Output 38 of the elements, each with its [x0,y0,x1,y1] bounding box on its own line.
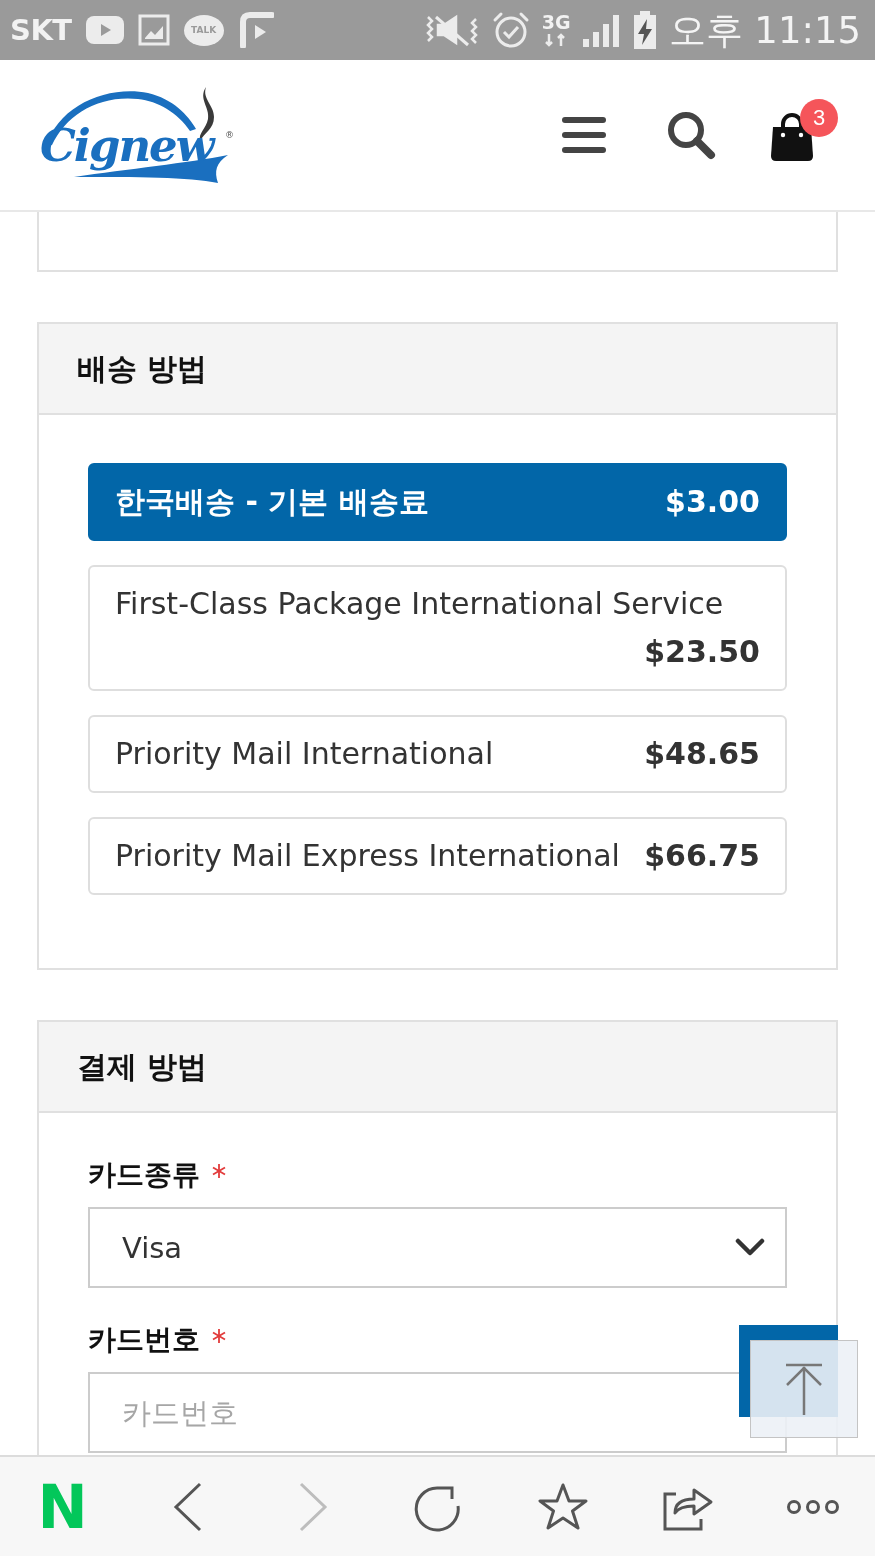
status-time: 오후 11:15 [668,11,861,49]
shipping-option-name: Priority Mail International [115,735,494,773]
image-icon [137,14,170,46]
shipping-option-price: $66.75 [644,837,760,875]
menu-icon [562,117,606,153]
chevron-left-icon [172,1481,203,1532]
shipping-option-name: First-Class Package International Service [115,585,724,623]
alarm-clock-icon [491,11,530,49]
shopping-bag-icon [770,113,814,161]
signal-icon [582,13,621,47]
network-type: 3G [541,13,571,32]
search-icon [666,110,716,160]
shipping-option-price: $23.50 [644,633,760,671]
shipping-option[interactable]: Priority Mail International $48.65 [88,715,787,793]
shipping-option[interactable]: 한국배송 - 기본 배송료 $3.00 [88,463,787,541]
shipping-option[interactable]: First-Class Package International Service $23.50 [88,565,787,691]
carrier-name: SKT [10,15,72,45]
shipping-option-price: $48.65 [644,735,760,773]
section-title: 결제 방법 [77,1048,208,1085]
chevron-down-icon [735,1238,765,1257]
field-label: 카드종류 [88,1157,200,1193]
chat-app-badge: TALK [183,14,224,46]
section-title: 배송 방법 [77,350,208,387]
shipping-option-price: $3.00 [665,483,760,521]
dropdown-select[interactable]: Visa [88,1207,787,1288]
scroll-to-top-overlay[interactable] [750,1340,858,1438]
shipping-option-name: Priority Mail Express International [115,837,620,875]
shipping-option[interactable]: Priority Mail Express International $66.75 [88,817,787,895]
video-play-icon [85,16,124,44]
field-label: 카드번호 [88,1322,200,1358]
star-icon [537,1482,588,1531]
battery-charging-icon [632,11,657,49]
registered-mark: ® [225,131,234,140]
more-icon [785,1498,840,1515]
chevron-right-icon [297,1481,328,1532]
cart-count-badge: 3 [800,99,838,137]
shipping-option-name: 한국배송 - 기본 배송료 [115,483,429,521]
play-app-icon [237,12,274,48]
